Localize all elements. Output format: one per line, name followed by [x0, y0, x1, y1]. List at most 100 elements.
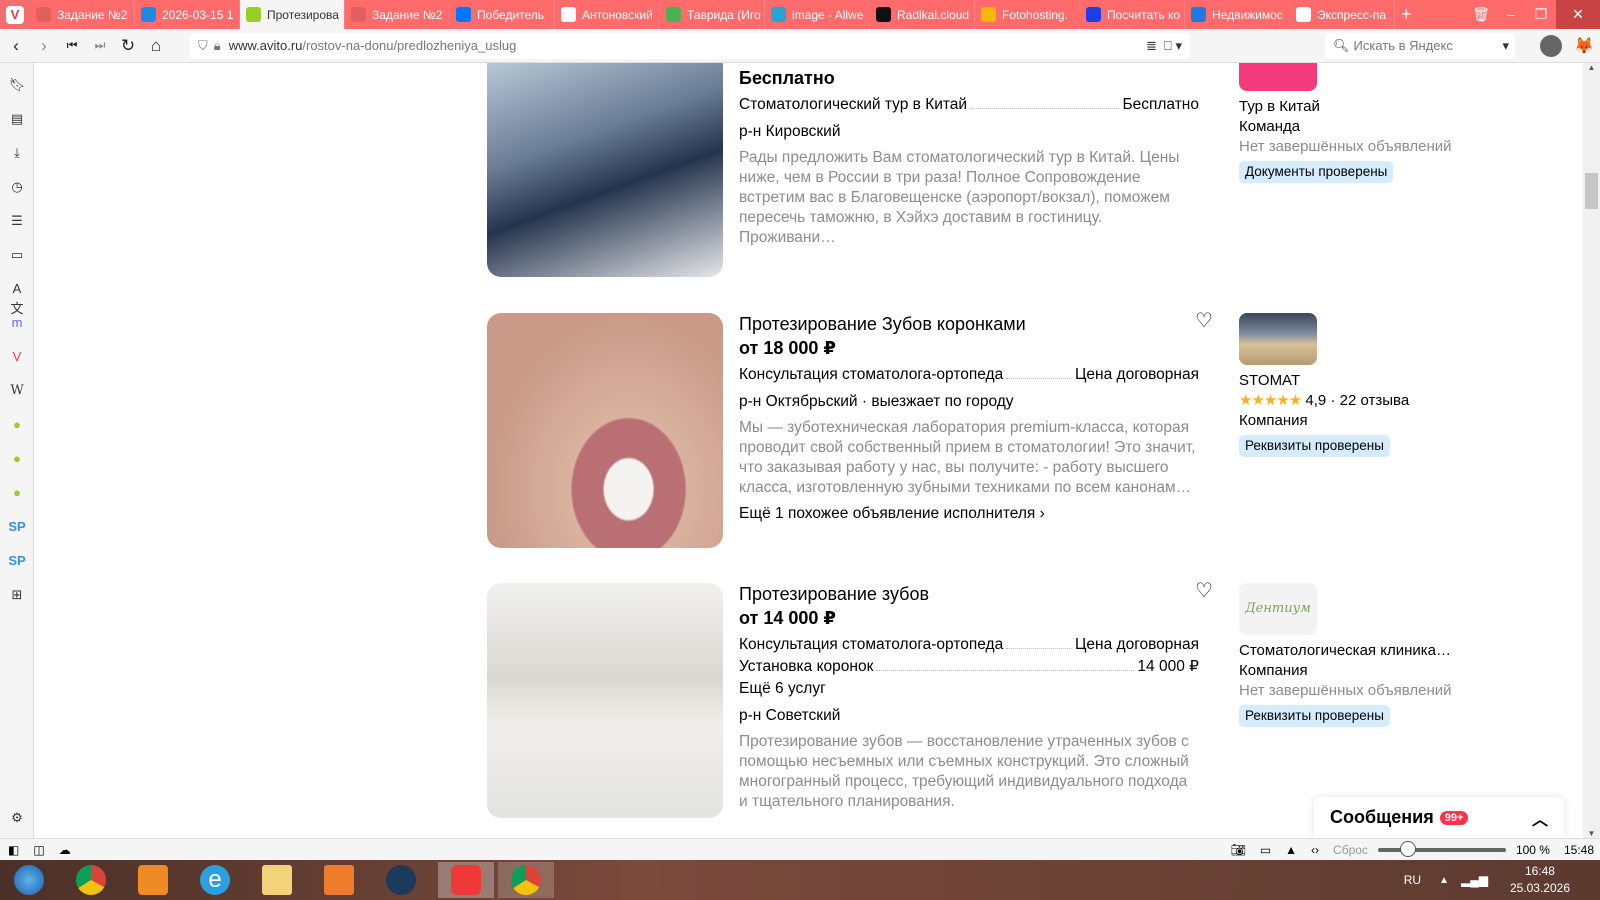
listing-location: р-н Кировский: [739, 123, 841, 140]
listing-photo[interactable]: [487, 583, 723, 818]
vivaldi-taskbar-icon[interactable]: [438, 862, 494, 898]
file-explorer-icon[interactable]: [252, 862, 302, 898]
tab[interactable]: Задание №2: [30, 0, 135, 29]
tab[interactable]: image - Allwe: [765, 0, 870, 29]
notes-icon[interactable]: ☰: [7, 211, 27, 231]
seller-name[interactable]: Стоматологическая клиника…: [1239, 641, 1479, 661]
seller-card: STOMAT ★★★★★ 4,9 · 22 отзыва Компания Ре…: [1239, 313, 1479, 457]
messages-count-badge: 99+: [1439, 810, 1469, 825]
tab[interactable]: Задание №2: [345, 0, 450, 29]
tab[interactable]: Посчитать ко: [1080, 0, 1185, 29]
start-button[interactable]: [4, 862, 54, 898]
home-button[interactable]: ⌂: [142, 36, 170, 56]
windows-icon[interactable]: ▭: [7, 245, 27, 265]
seller-logo[interactable]: Дентиум: [1239, 583, 1317, 635]
chevron-up-icon[interactable]: ︿: [1532, 806, 1548, 830]
zoom-slider[interactable]: [1377, 840, 1506, 857]
address-toolbar: ‹ › ⏮ ⏭ ↻ ⌂ ⛉ 🔒︎ www.avito.ru/rostov-na-…: [0, 29, 1600, 63]
media-player-icon[interactable]: [128, 862, 178, 898]
verified-badge: Реквизиты проверены: [1239, 705, 1390, 727]
sp-icon[interactable]: SP: [7, 517, 27, 537]
reader-icon[interactable]: ≣ ⎕ ▾: [1146, 38, 1182, 54]
avito-icon[interactable]: ●: [7, 483, 27, 503]
tab[interactable]: Победитель: [450, 0, 555, 29]
messages-panel[interactable]: Сообщения 99+ ︿: [1314, 797, 1564, 838]
tab[interactable]: Протезирова: [240, 0, 345, 29]
service-row: Консультация стоматолога-ортопеда Цена до…: [739, 366, 1199, 383]
sp-icon[interactable]: SP: [7, 551, 27, 571]
avito-icon[interactable]: ●: [7, 449, 27, 469]
hp-support-icon[interactable]: [376, 862, 426, 898]
wikipedia-icon[interactable]: W: [7, 381, 27, 401]
tab[interactable]: Radikal.cloud: [870, 0, 975, 29]
avito-icon[interactable]: ●: [7, 415, 27, 435]
reload-button[interactable]: ↻: [114, 36, 142, 56]
language-indicator[interactable]: RU: [1404, 873, 1421, 887]
forward-button[interactable]: ›: [30, 36, 58, 56]
tab-label: Fotohosting.: [1002, 7, 1069, 22]
vivaldi-menu-button[interactable]: V: [0, 0, 30, 29]
vivaldi-icon[interactable]: V: [7, 347, 27, 367]
internet-explorer-icon[interactable]: e: [190, 862, 240, 898]
add-panel-icon[interactable]: ⊞: [7, 585, 27, 605]
url-field[interactable]: ⛉ 🔒︎ www.avito.ru/rostov-na-donu/predloz…: [190, 32, 1190, 59]
back-button[interactable]: ‹: [2, 36, 30, 56]
service-row: Стоматологический тур в Китай Бесплатно: [739, 96, 1199, 113]
profile-avatar[interactable]: [1540, 34, 1562, 57]
vertical-scrollbar[interactable]: ▲ ▼: [1583, 63, 1600, 838]
photo-gallery-icon[interactable]: [314, 862, 364, 898]
listing-photo[interactable]: [487, 313, 723, 548]
fast-forward-button[interactable]: ⏭: [86, 38, 114, 53]
settings-icon[interactable]: ⚙: [7, 808, 27, 828]
zoom-reset-button[interactable]: Сброс: [1333, 843, 1368, 857]
seller-logo[interactable]: [1239, 63, 1317, 91]
bookmarks-icon[interactable]: 🔖︎: [7, 75, 27, 95]
maximize-button[interactable]: ❐: [1526, 0, 1556, 29]
new-tab-button[interactable]: +: [1395, 0, 1425, 29]
downloads-icon[interactable]: ⤓: [7, 143, 27, 163]
translate-icon[interactable]: A文: [7, 279, 27, 316]
reading-list-icon[interactable]: ▤: [7, 109, 27, 129]
tab[interactable]: Таврида (Иго: [660, 0, 765, 29]
network-icon[interactable]: ▂▄▆: [1461, 873, 1488, 887]
listing-title[interactable]: Протезирование зубов: [739, 582, 1199, 606]
seller-logo[interactable]: [1239, 313, 1317, 365]
more-listings-link[interactable]: Ещё 1 похожее объявление исполнителя ›: [739, 502, 1199, 526]
more-services-link[interactable]: Ещё 6 услуг: [739, 678, 1199, 700]
scrollbar-thumb[interactable]: [1585, 173, 1598, 209]
screenshot-icon[interactable]: 📷︎: [1231, 843, 1246, 857]
panel-toggle-icon[interactable]: ◧: [8, 843, 19, 857]
messages-label: Сообщения: [1330, 807, 1434, 827]
seller-name[interactable]: Тур в Китай: [1239, 97, 1479, 117]
favorite-heart-icon[interactable]: ♡: [1195, 308, 1213, 333]
listing-title[interactable]: Протезирование Зубов коронками: [739, 312, 1199, 336]
sync-cloud-icon[interactable]: ☁: [59, 843, 71, 857]
search-field[interactable]: 🔍︎ Искать в Яндекс ▾: [1325, 32, 1515, 59]
images-icon[interactable]: ▲: [1285, 843, 1297, 857]
tab[interactable]: Fotohosting.: [975, 0, 1080, 29]
favorite-heart-icon[interactable]: ♡: [1195, 578, 1213, 603]
history-icon[interactable]: ◷: [7, 177, 27, 197]
chrome-profile-icon[interactable]: [498, 862, 554, 898]
page-tiling-icon[interactable]: ▭: [1260, 843, 1271, 857]
chrome-icon[interactable]: [66, 862, 116, 898]
grid-icon: [1296, 7, 1311, 22]
vivaldi-icon: V: [6, 5, 24, 24]
mastodon-icon[interactable]: m: [7, 313, 27, 333]
tab[interactable]: Недвижимос: [1185, 0, 1290, 29]
tab[interactable]: 2026-03-15 1: [135, 0, 240, 29]
metamask-icon[interactable]: 🦊: [1574, 36, 1594, 56]
page-actions-icon[interactable]: ‹›: [1311, 843, 1319, 857]
close-button[interactable]: ✕: [1556, 0, 1600, 29]
tab[interactable]: Экспресс-па: [1290, 0, 1395, 29]
system-clock[interactable]: 16:48 25.03.2026: [1510, 863, 1570, 897]
tab[interactable]: Антоновский: [555, 0, 660, 29]
tray-expand-icon[interactable]: ▲: [1439, 875, 1449, 886]
listing-photo[interactable]: [487, 63, 723, 277]
trash-icon[interactable]: 🗑: [1466, 0, 1496, 29]
tile-icon[interactable]: ◫: [33, 843, 44, 857]
seller-name[interactable]: STOMAT: [1239, 371, 1479, 391]
rewind-button[interactable]: ⏮: [58, 38, 86, 53]
minimize-button[interactable]: –: [1496, 0, 1526, 29]
zoom-slider-thumb[interactable]: [1400, 840, 1417, 857]
